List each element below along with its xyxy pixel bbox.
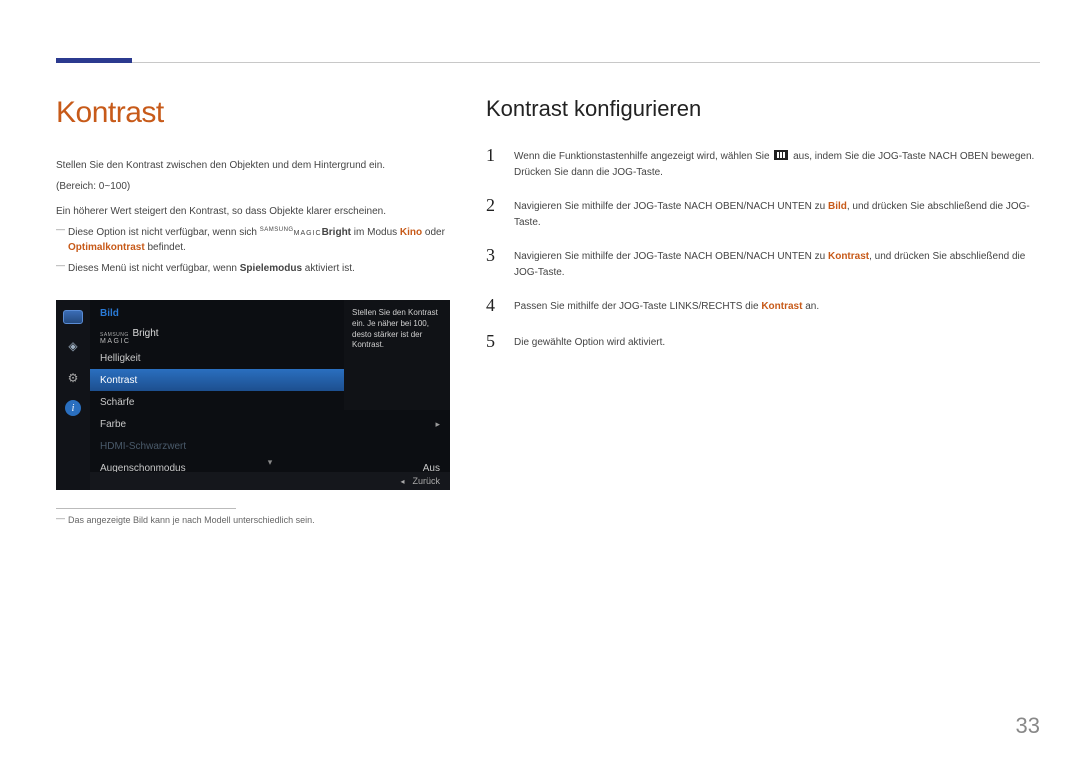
step-4-text-b: an.: [802, 301, 819, 312]
note-1-pre: Diese Option ist nicht verfügbar, wenn s…: [68, 227, 260, 238]
step-5-number: 5: [486, 332, 500, 352]
osd-magic-text: MAGIC: [100, 338, 130, 345]
step-2: 2 Navigieren Sie mithilfe der JOG-Taste …: [486, 196, 1040, 230]
step-3-highlight: Kontrast: [828, 251, 869, 262]
osd-screenshot: ◈ ⚙ i Bild SAMSUNG MAGIC Bright: [56, 300, 450, 490]
note-2-pre: Dieses Menü ist nicht verfügbar, wenn: [68, 263, 240, 274]
chevron-down-icon: ▾: [268, 457, 273, 468]
step-4-text: Passen Sie mithilfe der JOG-Taste LINKS/…: [514, 296, 819, 316]
osd-help-text: Stellen Sie den Kontrast ein. Je näher b…: [344, 300, 450, 410]
note-1-oder: oder: [422, 227, 445, 238]
note-2: Dieses Menü ist nicht verfügbar, wenn Sp…: [56, 261, 446, 276]
step-1-text: Wenn die Funktionstastenhilfe angezeigt …: [514, 146, 1034, 180]
note-1-optimal: Optimalkontrast: [68, 242, 145, 253]
info-icon: i: [65, 400, 81, 416]
screen-icon: [63, 310, 83, 324]
osd-farbe-label: Farbe: [100, 419, 126, 430]
osd-footer: ◂ Zurück: [90, 472, 450, 490]
page-content: Kontrast Stellen Sie den Kontrast zwisch…: [56, 96, 1040, 723]
brand-magic: MAGIC: [294, 230, 322, 237]
step-3: 3 Navigieren Sie mithilfe der JOG-Taste …: [486, 246, 1040, 280]
intro-line-2: (Bereich: 0~100): [56, 179, 446, 194]
note-1: Diese Option ist nicht verfügbar, wenn s…: [56, 225, 446, 255]
step-2-text-a: Navigieren Sie mithilfe der JOG-Taste NA…: [514, 201, 828, 212]
footnote-text: Das angezeigte Bild kann je nach Modell …: [56, 515, 446, 525]
osd-magicbright-label: SAMSUNG MAGIC Bright: [100, 328, 159, 345]
step-2-text: Navigieren Sie mithilfe der JOG-Taste NA…: [514, 196, 1040, 230]
chevron-right-icon: ▸: [435, 419, 440, 430]
step-2-highlight: Bild: [828, 201, 847, 212]
footnote-divider: [56, 508, 236, 509]
step-1-text-b: aus, indem Sie die JOG-Taste NACH OBEN b…: [790, 151, 1034, 162]
osd-sidebar: ◈ ⚙ i: [56, 300, 90, 490]
target-icon: ◈: [63, 336, 83, 356]
note-1-end: befindet.: [145, 242, 186, 253]
osd-main: Bild SAMSUNG MAGIC Bright Benutzerdef.: [90, 300, 450, 490]
step-1-text-c: Drücken Sie dann die JOG-Taste.: [514, 167, 663, 178]
step-4: 4 Passen Sie mithilfe der JOG-Taste LINK…: [486, 296, 1040, 316]
osd-kontrast-label: Kontrast: [100, 375, 137, 386]
step-3-text: Navigieren Sie mithilfe der JOG-Taste NA…: [514, 246, 1040, 280]
osd-hdmi-label: HDMI-Schwarzwert: [100, 441, 186, 452]
header-accent-bar: [56, 58, 132, 63]
step-1: 1 Wenn die Funktionstastenhilfe angezeig…: [486, 146, 1040, 180]
step-4-number: 4: [486, 296, 500, 316]
osd-helligkeit-label: Helligkeit: [100, 353, 141, 364]
page-number: 33: [1016, 713, 1040, 739]
step-4-text-a: Passen Sie mithilfe der JOG-Taste LINKS/…: [514, 301, 761, 312]
subsection-heading: Kontrast konfigurieren: [486, 96, 1040, 122]
chevron-left-icon: ◂: [400, 477, 404, 486]
step-1-number: 1: [486, 146, 500, 180]
steps-list: 1 Wenn die Funktionstastenhilfe angezeig…: [486, 146, 1040, 352]
note-1-kino: Kino: [400, 227, 422, 238]
osd-row-hdmi-disabled: HDMI-Schwarzwert: [90, 435, 450, 457]
step-5-text: Die gewählte Option wird aktiviert.: [514, 332, 665, 352]
step-1-text-a: Wenn die Funktionstastenhilfe angezeigt …: [514, 151, 772, 162]
step-5: 5 Die gewählte Option wird aktiviert.: [486, 332, 1040, 352]
note-2-spiel: Spielemodus: [240, 263, 302, 274]
brand-samsung: SAMSUNG: [260, 227, 294, 233]
osd-row-farbe: Farbe ▸: [90, 413, 450, 435]
osd-schaerfe-label: Schärfe: [100, 397, 134, 408]
osd-bright-text: Bright: [132, 328, 158, 339]
step-3-number: 3: [486, 246, 500, 280]
header-divider: [56, 62, 1040, 63]
menu-icon: [774, 150, 788, 160]
left-column: Kontrast Stellen Sie den Kontrast zwisch…: [56, 96, 446, 723]
step-2-number: 2: [486, 196, 500, 230]
brand-bright: Bright: [322, 227, 351, 238]
note-1-mid: im Modus: [351, 227, 400, 238]
intro-line-3: Ein höherer Wert steigert den Kontrast, …: [56, 204, 446, 219]
intro-line-1: Stellen Sie den Kontrast zwischen den Ob…: [56, 158, 446, 173]
section-heading: Kontrast: [56, 96, 446, 130]
step-3-text-a: Navigieren Sie mithilfe der JOG-Taste NA…: [514, 251, 828, 262]
osd-footer-back: Zurück: [412, 476, 440, 486]
step-4-highlight: Kontrast: [761, 301, 802, 312]
right-column: Kontrast konfigurieren 1 Wenn die Funkti…: [486, 96, 1040, 723]
note-2-end: aktiviert ist.: [302, 263, 355, 274]
gear-icon: ⚙: [63, 368, 83, 388]
